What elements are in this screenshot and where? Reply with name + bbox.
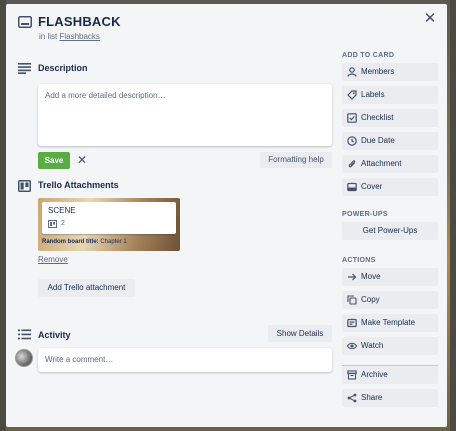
watch-label: Watch	[361, 341, 384, 350]
card-icon	[18, 16, 32, 28]
archive-label: Archive	[361, 370, 388, 379]
archive-button[interactable]: Archive	[342, 366, 438, 384]
copy-label: Copy	[361, 295, 380, 304]
trello-attachment-card[interactable]: SCENE 2 Random board title: Chapter 1	[38, 198, 180, 251]
avatar[interactable]	[15, 349, 33, 367]
share-icon	[347, 393, 357, 403]
checklist-button[interactable]: Checklist	[342, 109, 438, 127]
close-icon[interactable]: ✕	[421, 10, 439, 28]
comment-input[interactable]: Write a comment…	[38, 348, 332, 372]
checklist-label: Checklist	[361, 113, 394, 122]
add-trello-attachment-button[interactable]: Add Trello attachment	[38, 279, 135, 297]
labels-button[interactable]: Labels	[342, 86, 438, 104]
save-button[interactable]: Save	[38, 152, 70, 169]
make-template-label: Make Template	[361, 318, 416, 327]
attached-card-preview[interactable]: SCENE 2	[42, 202, 176, 234]
trello-attachments-heading: Trello Attachments	[38, 180, 119, 190]
watch-button[interactable]: Watch	[342, 337, 438, 355]
members-button[interactable]: Members	[342, 63, 438, 81]
share-label: Share	[361, 393, 383, 402]
card-title[interactable]: FLASHBACK	[38, 14, 121, 29]
clock-icon	[347, 136, 357, 146]
person-icon	[347, 67, 357, 77]
add-to-card-heading: ADD TO CARD	[342, 52, 395, 59]
cover-label: Cover	[361, 182, 383, 191]
eye-icon	[347, 342, 357, 350]
activity-icon	[18, 329, 31, 340]
checklist-icon	[347, 113, 357, 123]
arrow-right-icon	[348, 273, 357, 281]
archive-icon	[347, 370, 357, 380]
copy-icon	[347, 295, 357, 305]
copy-button[interactable]: Copy	[342, 291, 438, 309]
show-details-button[interactable]: Show Details	[268, 325, 332, 342]
board-value: Chapter 1	[100, 239, 127, 245]
make-template-button[interactable]: Make Template	[342, 314, 438, 332]
list-link[interactable]: Flashbacks	[59, 32, 99, 41]
get-power-ups-button[interactable]: Get Power-Ups	[342, 222, 438, 240]
attachment-count: 2	[61, 220, 65, 227]
description-heading: Description	[38, 63, 88, 73]
due-date-button[interactable]: Due Date	[342, 132, 438, 150]
share-button[interactable]: Share	[342, 389, 438, 407]
in-list-line: in list Flashbacks	[39, 32, 100, 41]
board-label: Random board title:	[42, 239, 99, 245]
labels-label: Labels	[361, 90, 385, 99]
remove-link[interactable]: Remove	[38, 255, 68, 264]
attachment-button[interactable]: Attachment	[342, 155, 438, 173]
attachment-count-icon	[48, 220, 57, 228]
activity-heading: Activity	[38, 330, 71, 340]
attached-card-name: SCENE	[48, 206, 76, 215]
move-label: Move	[361, 272, 381, 281]
actions-heading: ACTIONS	[342, 257, 376, 264]
move-button[interactable]: Move	[342, 268, 438, 286]
members-label: Members	[361, 67, 395, 76]
description-icon	[18, 63, 31, 74]
description-input[interactable]: Add a more detailed description…	[38, 84, 332, 146]
in-list-prefix: in list	[39, 32, 58, 41]
formatting-help-button[interactable]: Formatting help	[260, 152, 332, 168]
cover-icon	[347, 182, 357, 192]
card-detail-modal: ✕ FLASHBACK in list Flashbacks Descripti…	[6, 4, 447, 427]
attachment-label: Attachment	[361, 159, 402, 168]
template-icon	[347, 318, 357, 328]
cover-button[interactable]: Cover	[342, 178, 438, 196]
attached-board-info: Random board title: Chapter 1	[42, 239, 127, 245]
paperclip-icon	[348, 160, 356, 168]
backdrop-right	[450, 0, 456, 431]
cancel-icon[interactable]: ✕	[75, 152, 89, 169]
get-power-ups-label: Get Power-Ups	[362, 226, 418, 235]
trello-attachments-icon	[18, 180, 31, 192]
power-ups-heading: POWER-UPS	[342, 211, 388, 218]
tag-icon	[347, 90, 357, 100]
due-date-label: Due Date	[361, 136, 395, 145]
